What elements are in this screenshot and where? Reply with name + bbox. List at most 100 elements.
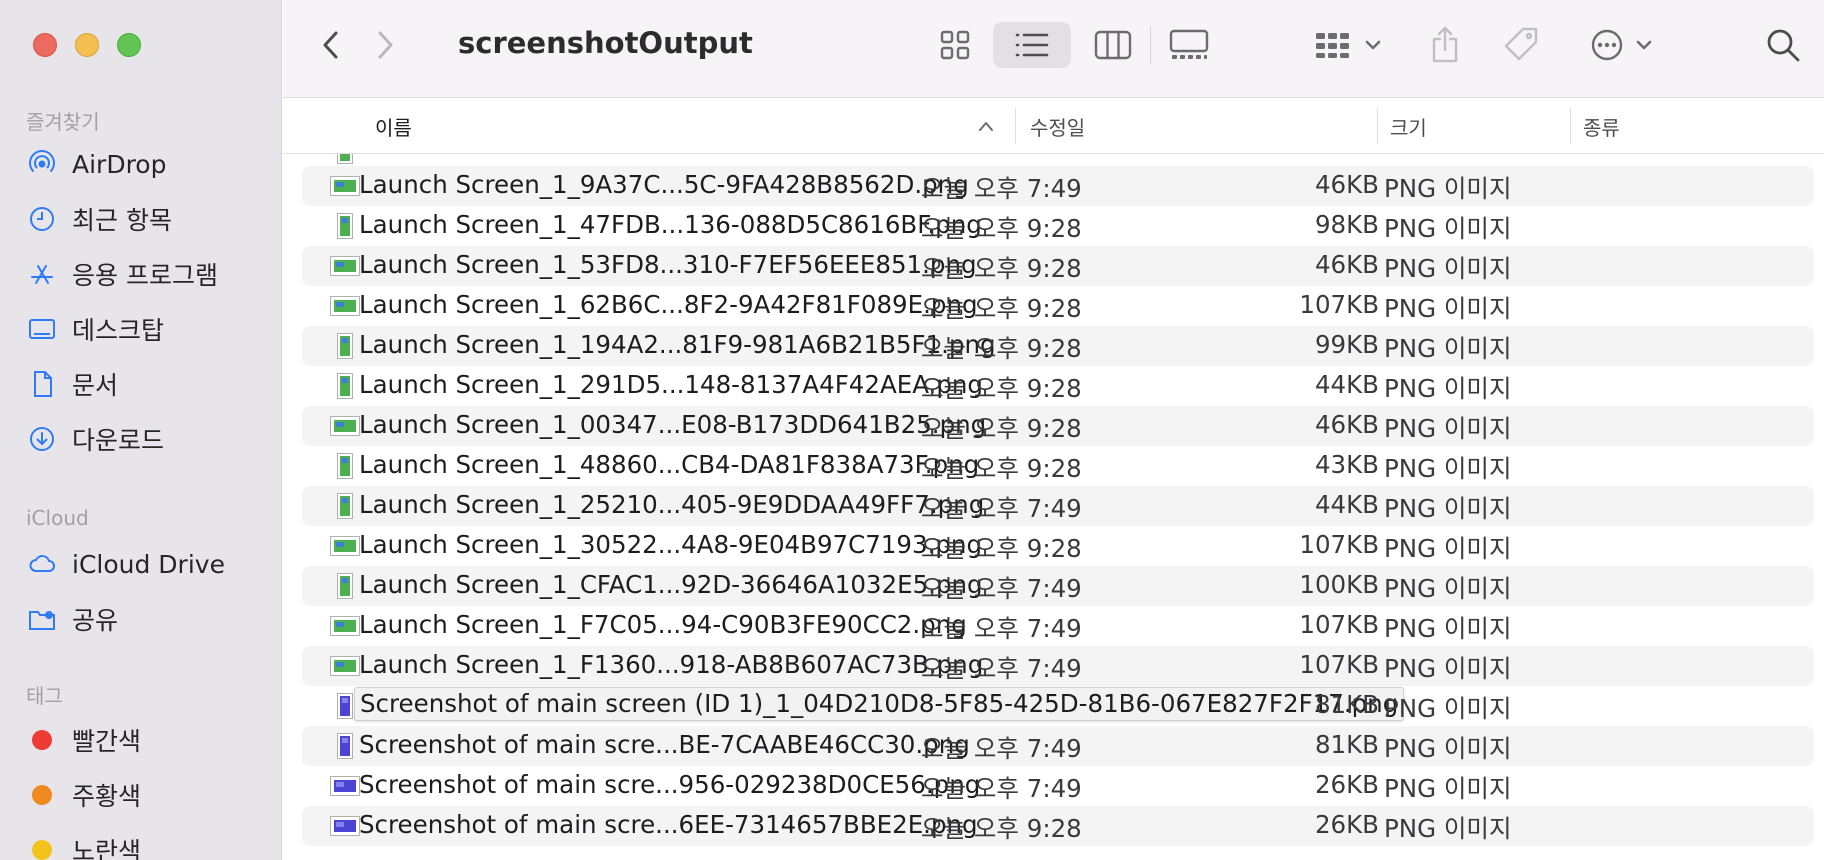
column-size-header[interactable]: 크기 — [1390, 112, 1427, 141]
column-view-icon — [1094, 30, 1132, 60]
image-file-icon — [330, 173, 360, 199]
red-tag-dot-icon — [32, 730, 52, 750]
sidebar-item-label: 문서 — [72, 371, 119, 400]
image-file-icon — [330, 733, 360, 759]
file-name: Launch Screen_1_62B6C...8F2-9A42F81F089E… — [359, 290, 978, 319]
file-name-tooltip: Screenshot of main screen (ID 1)_1_04D21… — [354, 687, 1405, 721]
table-row[interactable]: Launch Screen_1_291D5...148-8137A4F42AEA… — [302, 366, 1814, 406]
table-row[interactable]: Launch Screen_1_9A37C...5C-9FA428B8562D.… — [302, 166, 1814, 206]
table-row[interactable]: Launch Screen_1_48860...CB4-DA81F838A73F… — [302, 446, 1814, 486]
sidebar-tag-orange[interactable]: 주황색 — [26, 775, 266, 815]
table-row[interactable]: Launch Screen_1_25210...405-9E9DDAA49FF7… — [302, 486, 1814, 526]
file-date: 오늘 오후 7:49 — [921, 494, 1082, 523]
file-size: 26KB — [1314, 770, 1379, 799]
table-row[interactable]: Launch Screen_1_194A2...81F9-981A6B21B5F… — [302, 326, 1814, 366]
group-button[interactable] — [1313, 22, 1389, 68]
sidebar-item-applications[interactable]: 응용 프로그램 — [26, 254, 266, 294]
table-row[interactable]: Screenshot of main screen (ID 1)_1_04D21… — [302, 686, 1814, 726]
sidebar-section-tags: 태그 — [26, 684, 63, 708]
image-file-icon — [330, 533, 360, 559]
more-actions-icon — [1591, 29, 1652, 61]
file-size: 46KB — [1314, 410, 1379, 439]
window-title: screenshotOutput — [458, 26, 753, 60]
list-view-icon — [1015, 33, 1049, 57]
cloud-icon — [26, 548, 58, 580]
file-kind: PNG 이미지 — [1384, 574, 1512, 603]
forward-icon — [378, 31, 393, 59]
file-size: 43KB — [1314, 450, 1379, 479]
sidebar-item-label: 최근 항목 — [72, 206, 172, 235]
file-name: Launch Screen_1_47FDB...136-088D5C8616BF… — [359, 210, 982, 239]
more-actions-button[interactable] — [1588, 22, 1664, 68]
file-kind: PNG 이미지 — [1384, 214, 1512, 243]
file-date: 오늘 오후 7:49 — [921, 574, 1082, 603]
file-kind: PNG 이미지 — [1384, 414, 1512, 443]
table-row[interactable]: Launch Screen_1_CFAC1...92D-36646A1032E5… — [302, 566, 1814, 606]
table-row[interactable]: Launch Screen_1_F1360...918-AB8B607AC73B… — [302, 646, 1814, 686]
file-size: 44KB — [1314, 370, 1379, 399]
share-button[interactable] — [1423, 22, 1467, 68]
column-name-header[interactable]: 이름 — [375, 112, 412, 141]
close-window-button[interactable] — [33, 33, 57, 57]
sidebar: 즐겨찾기 AirDrop 최근 항목 응용 프로그램 데스크탑 문서 다운로드 — [0, 0, 282, 860]
file-name: Launch Screen_1_53FD8...310-F7EF56EEE851… — [359, 250, 977, 279]
zoom-window-button[interactable] — [117, 33, 141, 57]
file-kind: PNG 이미지 — [1384, 774, 1512, 803]
sidebar-item-airdrop[interactable]: AirDrop — [26, 144, 266, 184]
table-row[interactable]: Launch Screen_1_00347...E08-B173DD641B25… — [302, 406, 1814, 446]
sidebar-item-icloud-drive[interactable]: iCloud Drive — [26, 544, 266, 584]
clock-icon — [26, 203, 58, 235]
sidebar-item-desktop[interactable]: 데스크탑 — [26, 309, 266, 349]
tag-button[interactable] — [1497, 22, 1545, 68]
sidebar-tag-yellow[interactable]: 노란색 — [26, 830, 266, 860]
table-row[interactable]: Launch Screen_1_F7C05...94-C90B3FE90CC2.… — [302, 606, 1814, 646]
sidebar-section-favorites: 즐겨찾기 — [26, 110, 100, 134]
column-kind-header[interactable]: 종류 — [1583, 112, 1620, 141]
gallery-view-button[interactable] — [1161, 22, 1217, 68]
sidebar-item-documents[interactable]: 문서 — [26, 364, 266, 404]
table-row[interactable]: Launch Screen_1_62B6C...8F2-9A42F81F089E… — [302, 286, 1814, 326]
file-date: 오늘 오후 9:28 — [921, 414, 1082, 443]
sidebar-item-recents[interactable]: 최근 항목 — [26, 199, 266, 239]
column-divider — [1377, 108, 1378, 144]
table-row[interactable]: Launch Screen_1_53FD8...310-F7EF56EEE851… — [302, 246, 1814, 286]
table-row[interactable]: Screenshot of main scre...BE-7CAABE46CC3… — [302, 726, 1814, 766]
column-modified-header[interactable]: 수정일 — [1030, 112, 1085, 141]
orange-tag-dot-icon — [32, 785, 52, 805]
table-row[interactable]: Launch Screen_1_47FDB...136-088D5C8616BF… — [302, 206, 1814, 246]
file-name: Launch Screen_1_CFAC1...92D-36646A1032E5… — [359, 570, 983, 599]
file-kind: PNG 이미지 — [1384, 334, 1512, 363]
file-date: 오늘 오후 9:28 — [921, 294, 1082, 323]
image-file-icon — [330, 154, 360, 164]
file-date: 오늘 오후 7:49 — [921, 174, 1082, 203]
list-view-button[interactable] — [993, 22, 1071, 68]
forward-button[interactable] — [367, 22, 403, 68]
sidebar-item-label: iCloud Drive — [72, 549, 225, 579]
file-date: 오늘 오후 7:49 — [921, 774, 1082, 803]
column-view-button[interactable] — [1087, 22, 1139, 68]
share-icon — [1432, 26, 1458, 63]
file-size: 107KB — [1299, 650, 1379, 679]
image-file-icon — [330, 613, 360, 639]
table-row[interactable]: Screenshot of main scre...956-029238D0CE… — [302, 766, 1814, 806]
image-file-icon — [330, 773, 360, 799]
sidebar-item-shared[interactable]: 공유 — [26, 599, 266, 639]
file-name: Launch Screen_1_9A37C...5C-9FA428B8562D.… — [359, 170, 969, 199]
sidebar-item-label: 데스크탑 — [72, 316, 165, 345]
window-controls — [33, 33, 141, 57]
table-row[interactable]: Launch Screen_1_30522...4A8-9E04B97C7193… — [302, 526, 1814, 566]
minimize-window-button[interactable] — [75, 33, 99, 57]
icon-view-button[interactable] — [930, 22, 980, 68]
sidebar-item-downloads[interactable]: 다운로드 — [26, 419, 266, 459]
desktop-icon — [26, 313, 58, 345]
table-row[interactable]: Screenshot of main scre...6EE-7314657BBE… — [302, 806, 1814, 846]
image-file-icon — [330, 493, 360, 519]
file-date: 오늘 오후 9:28 — [921, 254, 1082, 283]
search-button[interactable] — [1761, 22, 1805, 68]
file-size: 81KB — [1314, 730, 1379, 759]
back-button[interactable] — [313, 22, 349, 68]
file-size: 46KB — [1314, 170, 1379, 199]
sidebar-tag-red[interactable]: 빨간색 — [26, 720, 266, 760]
sidebar-item-label: 공유 — [72, 606, 119, 635]
file-date: 오늘 오후 9:28 — [921, 374, 1082, 403]
